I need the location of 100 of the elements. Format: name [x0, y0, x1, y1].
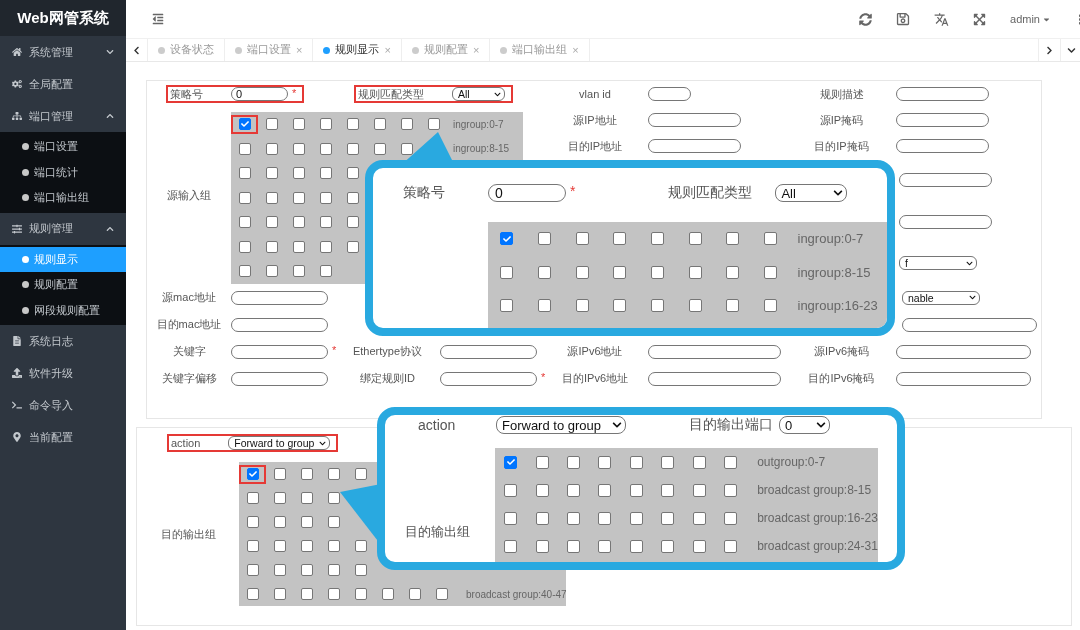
checkbox[interactable]: [300, 588, 313, 600]
checkbox[interactable]: [346, 142, 359, 155]
checkbox[interactable]: [566, 483, 580, 497]
nav-item[interactable]: 系统日志: [0, 325, 126, 357]
translate-icon[interactable]: [934, 11, 950, 27]
checkbox[interactable]: [327, 540, 340, 552]
checkbox[interactable]: [354, 540, 367, 552]
checkbox[interactable]: [575, 299, 589, 313]
nav-item[interactable]: 端口管理: [0, 100, 126, 132]
checkbox[interactable]: [273, 492, 286, 504]
checkbox[interactable]: [661, 483, 675, 497]
checkbox[interactable]: [661, 539, 675, 553]
checkbox[interactable]: [292, 118, 305, 131]
checkbox[interactable]: [327, 564, 340, 576]
checkbox[interactable]: [427, 118, 440, 131]
checkbox[interactable]: [566, 511, 580, 525]
checkbox[interactable]: [319, 142, 332, 155]
checkbox[interactable]: [346, 191, 359, 204]
checkbox[interactable]: [265, 118, 278, 131]
checkbox[interactable]: [500, 299, 514, 313]
checkbox[interactable]: [598, 511, 612, 525]
checkbox[interactable]: [246, 588, 259, 600]
checkbox[interactable]: [246, 540, 259, 552]
checkbox[interactable]: [535, 511, 549, 525]
checkbox[interactable]: [764, 265, 778, 279]
checkbox[interactable]: [613, 232, 627, 246]
input-field[interactable]: [896, 87, 989, 101]
nav-item[interactable]: 规则管理: [0, 212, 126, 245]
checkbox[interactable]: [327, 588, 340, 600]
input-field[interactable]: [896, 113, 989, 127]
select-field[interactable]: nable: [902, 290, 980, 305]
checkbox[interactable]: [300, 468, 313, 480]
checkbox[interactable]: [538, 232, 552, 246]
input-field[interactable]: [231, 290, 328, 305]
checkbox[interactable]: [319, 118, 332, 131]
checkbox[interactable]: [688, 265, 702, 279]
checkbox[interactable]: [346, 167, 359, 180]
input-field[interactable]: [231, 344, 328, 359]
checkbox[interactable]: [238, 142, 251, 155]
checkbox[interactable]: [246, 564, 259, 576]
checkbox[interactable]: [238, 240, 251, 253]
checkbox[interactable]: [273, 516, 286, 528]
checkbox[interactable]: [319, 167, 332, 180]
checkbox[interactable]: [265, 265, 278, 278]
checkbox[interactable]: [319, 240, 332, 253]
checkbox[interactable]: [723, 539, 737, 553]
checkbox[interactable]: [629, 455, 643, 469]
input-field[interactable]: [896, 139, 989, 153]
checkbox[interactable]: [613, 299, 627, 313]
checkbox[interactable]: [346, 118, 359, 131]
checkbox[interactable]: [300, 492, 313, 504]
checkbox[interactable]: [723, 511, 737, 525]
checkbox[interactable]: [238, 265, 251, 278]
save-icon[interactable]: [896, 12, 911, 26]
nav-subitem[interactable]: 端口输出组: [0, 185, 126, 211]
input-field[interactable]: [440, 371, 537, 386]
checkbox[interactable]: [692, 455, 706, 469]
nav-item[interactable]: 全局配置: [0, 68, 126, 100]
checkbox[interactable]: [504, 455, 518, 469]
checkbox[interactable]: [688, 299, 702, 313]
checkbox[interactable]: [273, 564, 286, 576]
checkbox[interactable]: [381, 588, 394, 600]
checkbox[interactable]: [373, 142, 386, 155]
select-field[interactable]: 0: [779, 416, 830, 434]
checkbox[interactable]: [500, 232, 514, 246]
checkbox[interactable]: [661, 511, 675, 525]
checkbox[interactable]: [651, 299, 665, 313]
checkbox[interactable]: [575, 265, 589, 279]
checkbox[interactable]: [575, 232, 589, 246]
checkbox[interactable]: [265, 142, 278, 155]
checkbox[interactable]: [300, 516, 313, 528]
checkbox[interactable]: [538, 299, 552, 313]
checkbox[interactable]: [354, 468, 367, 480]
checkbox[interactable]: [598, 483, 612, 497]
checkbox[interactable]: [726, 232, 740, 246]
checkbox[interactable]: [265, 167, 278, 180]
checkbox[interactable]: [354, 588, 367, 600]
checkbox[interactable]: [435, 588, 448, 600]
nav-subitem[interactable]: 规则配置: [0, 272, 126, 298]
checkbox[interactable]: [400, 142, 413, 155]
checkbox[interactable]: [598, 455, 612, 469]
checkbox[interactable]: [319, 216, 332, 229]
checkbox[interactable]: [238, 191, 251, 204]
input-field[interactable]: [899, 214, 992, 229]
input-field[interactable]: 0: [231, 87, 288, 101]
checkbox[interactable]: [238, 216, 251, 229]
input-field[interactable]: [648, 113, 741, 127]
checkbox[interactable]: [566, 539, 580, 553]
input-field[interactable]: [899, 172, 992, 187]
checkbox[interactable]: [400, 118, 413, 131]
input-field[interactable]: [440, 344, 537, 359]
select-field[interactable]: All: [452, 87, 505, 101]
checkbox[interactable]: [292, 142, 305, 155]
checkbox[interactable]: [292, 216, 305, 229]
checkbox[interactable]: [292, 167, 305, 180]
checkbox[interactable]: [346, 216, 359, 229]
nav-item[interactable]: 系统管理: [0, 36, 126, 68]
nav-item[interactable]: 当前配置: [0, 421, 126, 453]
checkbox[interactable]: [238, 118, 251, 131]
checkbox[interactable]: [346, 240, 359, 253]
